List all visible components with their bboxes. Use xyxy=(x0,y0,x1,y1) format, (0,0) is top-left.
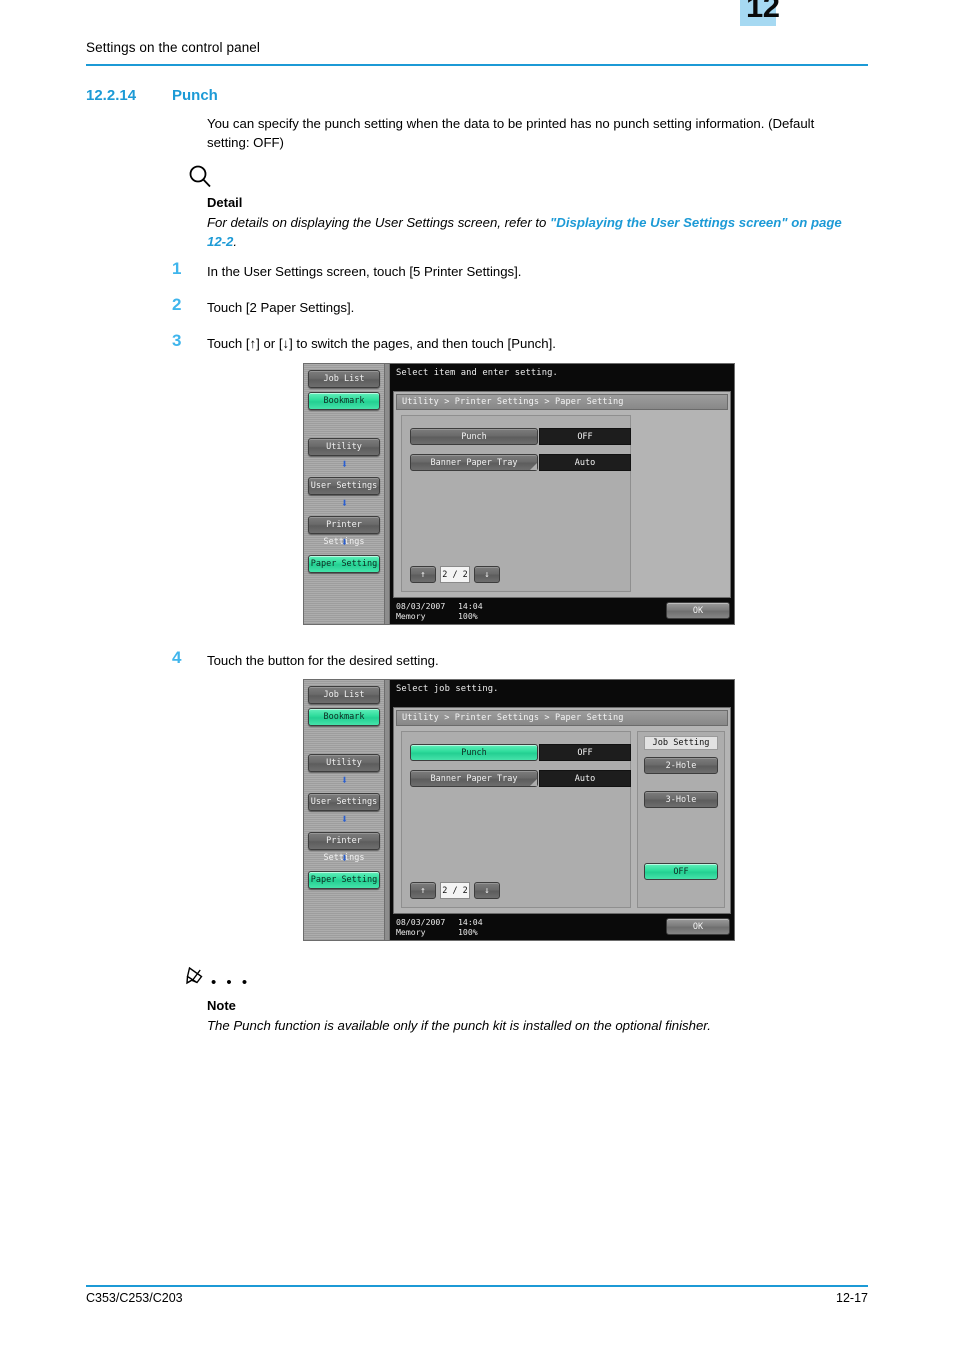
panel1-arrow-down-icon-1: ⬇ xyxy=(340,457,349,471)
panel2-row-banner-value: Auto xyxy=(539,770,631,787)
detail-text-after: . xyxy=(233,234,238,249)
panel2-key-user-settings[interactable]: User Settings xyxy=(308,793,380,811)
panel2-row-punch-value: OFF xyxy=(539,744,631,761)
step-number-2: 2 xyxy=(172,295,182,314)
detail-label: Detail xyxy=(207,195,243,210)
header-title: Settings on the control panel xyxy=(86,40,261,55)
step-text-3: Touch [↑] or [↓] to switch the pages, an… xyxy=(207,336,556,351)
panel1-key-printer-settings[interactable]: Printer Settings xyxy=(308,516,380,547)
panel2-job-option-2-hole[interactable]: 2-Hole xyxy=(644,757,718,774)
panel1-key-bookmark[interactable]: Bookmark xyxy=(308,392,380,410)
panel1-status-date: 08/03/2007 xyxy=(396,601,446,611)
panel2-job-setting-title: Job Setting xyxy=(644,736,718,750)
control-panel-screenshot-2: Job List Bookmark Utility ⬇ User Setting… xyxy=(303,679,735,941)
document-page: Settings on the control panel 12 12.2.14… xyxy=(0,0,954,1350)
panel2-key-printer-settings[interactable]: Printer Settings xyxy=(308,832,380,863)
panel2-key-job-list[interactable]: Job List xyxy=(308,686,380,704)
panel2-main-area: Select job setting. Utility > Printer Se… xyxy=(390,680,734,940)
panel2-row-banner-label[interactable]: Banner Paper Tray xyxy=(410,770,538,787)
panel1-row-punch-label[interactable]: Punch xyxy=(410,428,538,445)
control-panel-screenshot-1: Job List Bookmark Utility ⬇ User Setting… xyxy=(303,363,735,625)
note-text: The Punch function is available only if … xyxy=(207,1018,711,1033)
panel2-key-utility[interactable]: Utility xyxy=(308,754,380,772)
panel1-status-bar: 08/03/2007 14:04 Memory 100% OK xyxy=(390,598,734,624)
step-text-1: In the User Settings screen, touch [5 Pr… xyxy=(207,264,522,279)
panel2-key-bookmark[interactable]: Bookmark xyxy=(308,708,380,726)
panel2-status-time: 14:04 xyxy=(458,917,483,927)
panel1-page-up-button[interactable]: ↑ xyxy=(410,566,436,583)
panel1-key-utility[interactable]: Utility xyxy=(308,438,380,456)
panel2-sidebar: Job List Bookmark Utility ⬇ User Setting… xyxy=(304,680,384,940)
pencil-icon xyxy=(186,965,212,989)
panel2-job-setting-pane: Job Setting 2-Hole 3-Hole OFF xyxy=(637,731,725,908)
panel1-row-punch-value: OFF xyxy=(539,428,631,445)
panel1-arrow-down-icon-2: ⬇ xyxy=(340,496,349,510)
panel2-arrow-down-icon-3: ⬇ xyxy=(340,851,349,865)
panel1-main-area: Select item and enter setting. Utility >… xyxy=(390,364,734,624)
panel2-status-memory-label: Memory xyxy=(396,927,426,937)
panel1-ok-button[interactable]: OK xyxy=(666,602,730,619)
section-number: 12.2.14 xyxy=(86,87,137,104)
panel2-body: Utility > Printer Settings > Paper Setti… xyxy=(393,707,731,914)
panel1-key-paper-setting[interactable]: Paper Setting xyxy=(308,555,380,573)
step-text-2: Touch [2 Paper Settings]. xyxy=(207,300,355,315)
panel1-sidebar: Job List Bookmark Utility ⬇ User Setting… xyxy=(304,364,384,624)
panel1-breadcrumb: Utility > Printer Settings > Paper Setti… xyxy=(396,394,728,410)
detail-text: For details on displaying the User Setti… xyxy=(207,213,862,251)
panel2-job-option-3-hole[interactable]: 3-Hole xyxy=(644,791,718,808)
panel2-row-punch-label[interactable]: Punch xyxy=(410,744,538,761)
step-number-1: 1 xyxy=(172,259,182,278)
footer-rule xyxy=(86,1285,868,1287)
panel1-settings-pane: Punch OFF Banner Paper Tray Auto ↑ 2 / 2… xyxy=(401,415,631,592)
panel2-status-memory-value: 100% xyxy=(458,927,478,937)
panel2-page-up-button[interactable]: ↑ xyxy=(410,882,436,899)
panel1-status-time: 14:04 xyxy=(458,601,483,611)
page-header: Settings on the control panel xyxy=(86,38,868,72)
panel1-row-banner-label[interactable]: Banner Paper Tray xyxy=(410,454,538,471)
step-text-4: Touch the button for the desired setting… xyxy=(207,653,439,668)
footer-page-number: 12-17 xyxy=(836,1291,868,1305)
panel1-status-memory-value: 100% xyxy=(458,611,478,621)
panel2-job-option-off[interactable]: OFF xyxy=(644,863,718,880)
panel1-row-banner-value: Auto xyxy=(539,454,631,471)
panel1-message: Select item and enter setting. xyxy=(396,368,558,378)
note-dots: • • • xyxy=(211,974,251,991)
panel1-key-user-settings[interactable]: User Settings xyxy=(308,477,380,495)
chapter-number: 12 xyxy=(746,0,780,24)
panel2-key-paper-setting[interactable]: Paper Setting xyxy=(308,871,380,889)
panel2-arrow-down-icon-1: ⬇ xyxy=(340,773,349,787)
panel2-page-indicator: 2 / 2 xyxy=(440,882,470,899)
panel1-arrow-down-icon-3: ⬇ xyxy=(340,535,349,549)
panel1-page-indicator: 2 / 2 xyxy=(440,566,470,583)
step-number-3: 3 xyxy=(172,331,182,350)
panel1-status-memory-label: Memory xyxy=(396,611,426,621)
panel1-body: Utility > Printer Settings > Paper Setti… xyxy=(393,391,731,598)
panel2-status-date: 08/03/2007 xyxy=(396,917,446,927)
note-label: Note xyxy=(207,998,236,1013)
intro-paragraph: You can specify the punch setting when t… xyxy=(207,116,815,150)
step-number-4: 4 xyxy=(172,648,182,667)
panel2-breadcrumb: Utility > Printer Settings > Paper Setti… xyxy=(396,710,728,726)
panel2-arrow-down-icon-2: ⬇ xyxy=(340,812,349,826)
panel2-page-down-button[interactable]: ↓ xyxy=(474,882,500,899)
magnifier-icon xyxy=(186,163,216,193)
panel1-page-down-button[interactable]: ↓ xyxy=(474,566,500,583)
panel2-ok-button[interactable]: OK xyxy=(666,918,730,935)
page-title: Punch xyxy=(172,87,218,104)
panel2-settings-pane: Punch OFF Banner Paper Tray Auto ↑ 2 / 2… xyxy=(401,731,631,908)
panel1-key-job-list[interactable]: Job List xyxy=(308,370,380,388)
panel2-status-bar: 08/03/2007 14:04 Memory 100% OK xyxy=(390,914,734,940)
panel2-message: Select job setting. xyxy=(396,684,499,694)
detail-text-before: For details on displaying the User Setti… xyxy=(207,215,551,230)
header-rule xyxy=(86,64,868,66)
